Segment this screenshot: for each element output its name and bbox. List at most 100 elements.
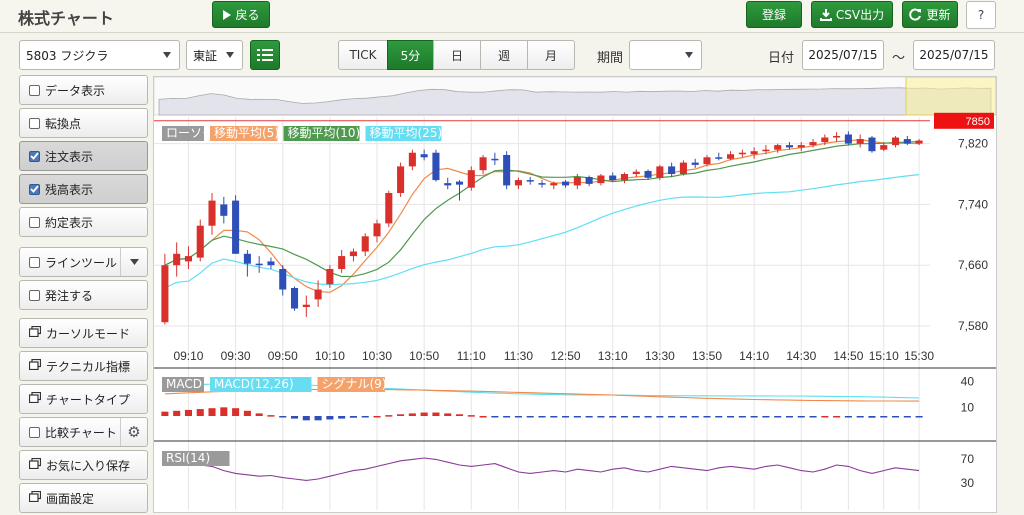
candlestick — [503, 151, 511, 190]
candlestick — [868, 136, 876, 153]
window-icon — [28, 325, 42, 340]
date-from-value: 2025/07/15 — [808, 48, 878, 62]
x-tick-label: 15:30 — [904, 349, 934, 363]
candle-body — [503, 155, 511, 186]
sidebar-technical-indicator-button[interactable]: テクニカル指標 — [19, 351, 148, 381]
sidebar-save-favorite-button[interactable]: お気に入り保存 — [19, 450, 148, 480]
sidebar-balance-display-button[interactable]: 残高表示 — [19, 174, 148, 204]
period-select[interactable] — [629, 40, 702, 70]
candlestick — [844, 131, 852, 146]
main-legend-label: 移動平均(25) — [370, 126, 443, 140]
candle-body — [785, 145, 794, 148]
date-to-input[interactable]: 2025/07/15 — [913, 40, 995, 70]
range-tab-label: 日 — [450, 48, 463, 63]
candle-body — [656, 166, 664, 178]
sidebar-turning-point-button[interactable]: 転換点 — [19, 108, 148, 138]
range-tab-month[interactable]: 月 — [527, 40, 575, 70]
sidebar-screen-settings-button[interactable]: 画面設定 — [19, 483, 148, 513]
sidebar-place-order-button[interactable]: 発注する — [19, 280, 148, 310]
macd-bar — [196, 409, 204, 416]
candlestick — [232, 195, 240, 254]
back-button[interactable]: 戻る — [212, 1, 270, 28]
sidebar-order-display-button[interactable]: 注文表示 — [19, 141, 148, 171]
sidebar-line-tool-button[interactable]: ラインツール — [19, 247, 148, 277]
candlestick — [491, 152, 499, 165]
macd-bar — [715, 416, 723, 418]
macd-bar — [903, 416, 911, 418]
gear-icon[interactable]: ⚙ — [120, 418, 147, 446]
list-view-button[interactable] — [250, 40, 280, 70]
candlestick — [397, 162, 405, 197]
candlestick — [173, 242, 181, 277]
macd-legend-label: シグナル(9) — [322, 377, 387, 391]
checkbox[interactable] — [29, 289, 40, 301]
range-tab-day[interactable]: 日 — [433, 40, 481, 70]
checkbox[interactable] — [29, 216, 40, 228]
refresh-button[interactable]: 更新 — [902, 1, 958, 28]
stock-select[interactable]: 5803 フジクラ — [19, 40, 180, 70]
candle-body — [491, 158, 499, 161]
candlestick — [856, 134, 864, 148]
register-button[interactable]: 登録 — [746, 1, 802, 28]
candle-body — [727, 154, 735, 159]
main-legend-label: ローソク — [166, 126, 214, 140]
macd-bar — [455, 414, 464, 416]
sidebar-item-label: 発注する — [45, 288, 94, 303]
sidebar-data-display-button[interactable]: データ表示 — [19, 75, 148, 105]
chevron-down-icon[interactable] — [120, 248, 147, 276]
stock-chart[interactable]: 7,820 7,740 7,660 7,580 7850 09:10 09:30 09:50 1… — [153, 76, 997, 512]
x-tick-label: 13:10 — [598, 349, 628, 363]
candle-body — [821, 137, 829, 143]
checkbox[interactable] — [29, 426, 40, 438]
range-tab-tick[interactable]: TICK — [338, 40, 388, 70]
date-from-input[interactable]: 2025/07/15 — [802, 40, 884, 70]
macd-legend-label: MACD — [166, 377, 202, 391]
market-select[interactable]: 東証 — [186, 40, 243, 70]
y-tick-label: 7,580 — [958, 319, 988, 333]
candle-body — [526, 180, 534, 182]
macd-bar — [432, 412, 440, 416]
checkbox[interactable] — [29, 117, 40, 129]
candle-body — [455, 181, 464, 185]
candle-body — [880, 145, 888, 150]
checkbox[interactable] — [29, 256, 40, 268]
macd-bar — [302, 416, 310, 421]
ma25-line — [164, 174, 920, 289]
sidebar-execution-display-button[interactable]: 約定表示 — [19, 207, 148, 237]
range-tab-5min[interactable]: 5分 — [387, 40, 434, 70]
candlestick — [915, 139, 923, 146]
macd-bar — [892, 416, 900, 418]
rsi-legend-label: RSI(14) — [166, 451, 210, 465]
checkbox[interactable] — [29, 84, 40, 96]
checkbox[interactable] — [29, 183, 40, 195]
sidebar-chart-type-button[interactable]: チャートタイプ — [19, 384, 148, 414]
candle-body — [184, 256, 192, 262]
csv-label: CSV出力 — [835, 8, 885, 22]
candlestick — [467, 166, 475, 191]
x-tick-label: 15:10 — [869, 349, 899, 363]
macd-bar — [727, 416, 735, 418]
macd-bar — [526, 416, 534, 418]
candlestick — [444, 177, 452, 190]
macd-bar — [809, 416, 817, 418]
sidebar-item-label: 注文表示 — [45, 149, 94, 164]
sidebar-cursor-mode-button[interactable]: カーソルモード — [19, 318, 148, 348]
macd-bar — [880, 416, 888, 418]
candlestick — [892, 136, 900, 148]
candle-body — [161, 265, 169, 323]
candlestick — [385, 190, 393, 228]
x-tick-label: 09:10 — [173, 349, 203, 363]
help-button[interactable]: ? — [966, 1, 996, 29]
candle-body — [550, 183, 558, 186]
macd-legend-label: MACD(12,26) — [214, 377, 294, 391]
macd-bar — [232, 408, 240, 416]
x-tick-label: 13:50 — [692, 349, 722, 363]
sidebar-compare-chart-button[interactable]: 比較チャート ⚙ — [19, 417, 148, 447]
candlestick — [255, 256, 263, 273]
macd-bar — [679, 416, 687, 418]
range-tab-week[interactable]: 週 — [480, 40, 528, 70]
x-tick-label: 11:10 — [457, 349, 486, 363]
csv-export-button[interactable]: CSV出力 — [811, 1, 893, 28]
checkbox[interactable] — [29, 150, 40, 162]
macd-bar — [361, 416, 369, 418]
